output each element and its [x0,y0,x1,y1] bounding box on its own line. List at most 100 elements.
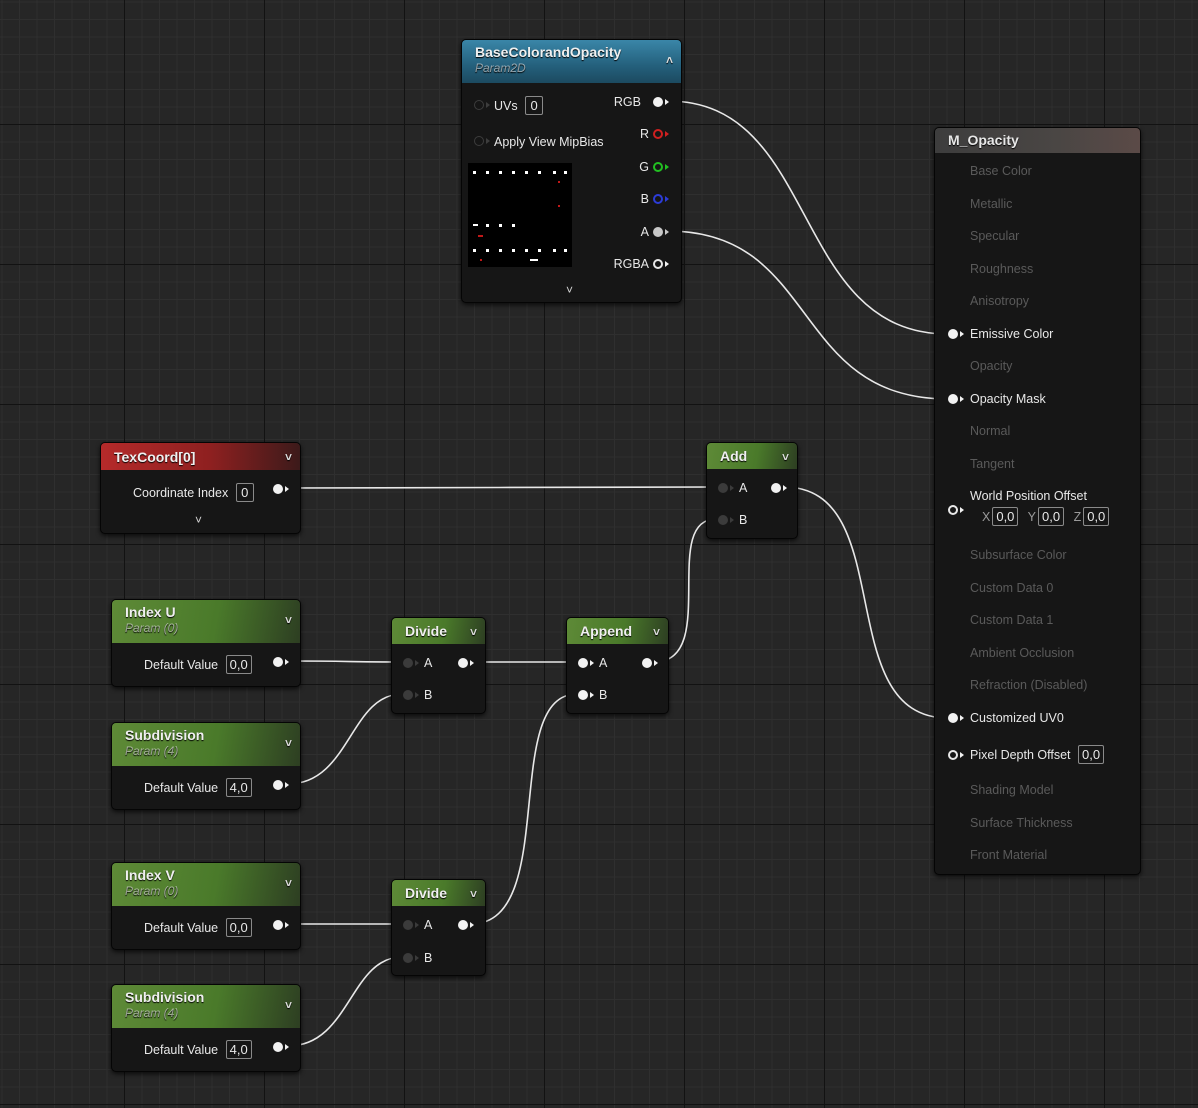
node-header[interactable]: BaseColorandOpacity Param2D ˄ [462,40,681,83]
index-v-param-node[interactable]: Index V Param (0) ˅ Default Value 0,0 [111,862,301,950]
pin-arrow-icon [665,131,669,137]
output-r-label: R [639,127,649,141]
divide-input-b-pin[interactable] [403,690,413,700]
pin-arrow-icon [486,102,490,108]
append-node[interactable]: Append ˅ A B [566,617,669,714]
node-header[interactable]: TexCoord[0] ˅ [101,443,300,470]
output-r-pin[interactable] [653,129,663,139]
divide-input-a-pin[interactable] [403,920,413,930]
preview-pixel [525,171,528,174]
node-header[interactable]: Subdivision Param (4) ˅ [112,985,300,1028]
param-output-pin[interactable] [273,657,283,667]
chevron-down-icon[interactable]: ˅ [782,450,789,464]
node-header[interactable]: Index U Param (0) ˅ [112,600,300,643]
index-u-param-node[interactable]: Index U Param (0) ˅ Default Value 0,0 [111,599,301,687]
add-input-a-pin[interactable] [718,483,728,493]
input-metallic-label: Metallic [970,197,1013,211]
input-customized-uv0-pin[interactable] [948,713,958,723]
chevron-down-icon[interactable]: ˅ [470,887,477,901]
divide-output-pin[interactable] [458,658,468,668]
mipbias-pin[interactable] [474,136,484,146]
node-header[interactable]: Divide ˅ [392,880,485,906]
input-wpo-pin[interactable] [948,505,958,515]
preview-pixel [480,259,482,261]
add-node[interactable]: Add ˅ A B [706,442,798,539]
chevron-down-icon[interactable]: ˅ [285,736,292,750]
chevron-down-icon[interactable]: ˅ [195,513,202,527]
chevron-down-icon[interactable]: ˅ [470,625,477,639]
default-value-field[interactable]: 0,0 [225,655,252,674]
output-b-pin[interactable] [653,194,663,204]
wpo-y-field[interactable]: 0,0 [1038,507,1065,526]
node-header[interactable]: Add ˅ [707,443,797,469]
input-pdo-pin[interactable] [948,750,958,760]
node-header[interactable]: Index V Param (0) ˅ [112,863,300,906]
add-output-pin[interactable] [771,483,781,493]
preview-pixel [538,249,541,252]
add-input-b-label: B [739,513,748,527]
output-a-pin[interactable] [653,227,663,237]
divide-input-a-label: A [424,656,433,670]
subdivision-param-node[interactable]: Subdivision Param (4) ˅ Default Value 4,… [111,984,301,1072]
add-input-b-pin[interactable] [718,515,728,525]
divide-input-b-pin[interactable] [403,953,413,963]
node-subtitle: Param (4) [125,744,179,758]
node-title: Subdivision [125,989,205,1005]
output-rgb-pin[interactable] [653,97,663,107]
divide-node[interactable]: Divide ˅ A B [391,617,486,714]
mipbias-label: Apply View MipBias [494,135,604,149]
default-value-field[interactable]: 4,0 [225,1040,252,1059]
pdo-value-field[interactable]: 0,0 [1078,745,1105,764]
default-value-field[interactable]: 0,0 [225,918,252,937]
output-g-pin[interactable] [653,162,663,172]
pin-arrow-icon [470,660,474,666]
uvs-value-field[interactable]: 0 [525,96,544,115]
node-header[interactable]: Divide ˅ [392,618,485,644]
wpo-x-field[interactable]: 0,0 [992,507,1019,526]
pin-arrow-icon [590,660,594,666]
subdivision-param-node[interactable]: Subdivision Param (4) ˅ Default Value 4,… [111,722,301,810]
append-input-a-pin[interactable] [578,658,588,668]
input-opacity-mask-pin[interactable] [948,394,958,404]
output-rgba-pin[interactable] [653,259,663,269]
node-header[interactable]: Subdivision Param (4) ˅ [112,723,300,766]
chevron-down-icon[interactable]: ˅ [285,876,292,890]
preview-pixel [538,171,541,174]
input-emissive-pin[interactable] [948,329,958,339]
texture-sample-node[interactable]: BaseColorandOpacity Param2D ˄ UVs 0 Appl… [461,39,682,303]
param-output-pin[interactable] [273,780,283,790]
divide-input-a-pin[interactable] [403,658,413,668]
chevron-down-icon[interactable]: ˅ [285,613,292,627]
chevron-down-icon[interactable]: ˅ [566,283,573,297]
wire-subdiv2-div2 [287,956,403,1047]
param-output-pin[interactable] [273,920,283,930]
param-output-pin[interactable] [273,1042,283,1052]
chevron-down-icon[interactable]: ˅ [653,625,660,639]
input-tangent-label: Tangent [970,457,1015,471]
pin-arrow-icon [654,660,658,666]
chevron-down-icon[interactable]: ˅ [285,450,292,464]
preview-pixel [530,259,538,261]
append-input-b-pin[interactable] [578,690,588,700]
coordinate-index-label: Coordinate Index [133,486,229,500]
texcoord-node[interactable]: TexCoord[0] ˅ Coordinate Index 0 ˅ [100,442,301,534]
output-rgba-label: RGBA [613,257,649,271]
node-header[interactable]: M_Opacity [935,128,1140,153]
output-b-label: B [640,192,649,206]
divide-node[interactable]: Divide ˅ A B [391,879,486,976]
wpo-z-field[interactable]: 0,0 [1083,507,1110,526]
preview-pixel [473,249,476,252]
node-header[interactable]: Append ˅ [567,618,668,644]
input-surface-thickness-label: Surface Thickness [970,816,1073,830]
chevron-up-icon[interactable]: ˄ [666,53,673,67]
coordinate-index-field[interactable]: 0 [235,483,254,502]
uvs-pin[interactable] [474,100,484,110]
texcoord-output-pin[interactable] [273,484,283,494]
input-anisotropy-label: Anisotropy [970,294,1030,308]
divide-output-pin[interactable] [458,920,468,930]
chevron-down-icon[interactable]: ˅ [285,998,292,1012]
default-value-field[interactable]: 4,0 [225,778,252,797]
append-output-pin[interactable] [642,658,652,668]
input-normal-label: Normal [970,424,1011,438]
node-subtitle: Param2D [475,61,526,75]
